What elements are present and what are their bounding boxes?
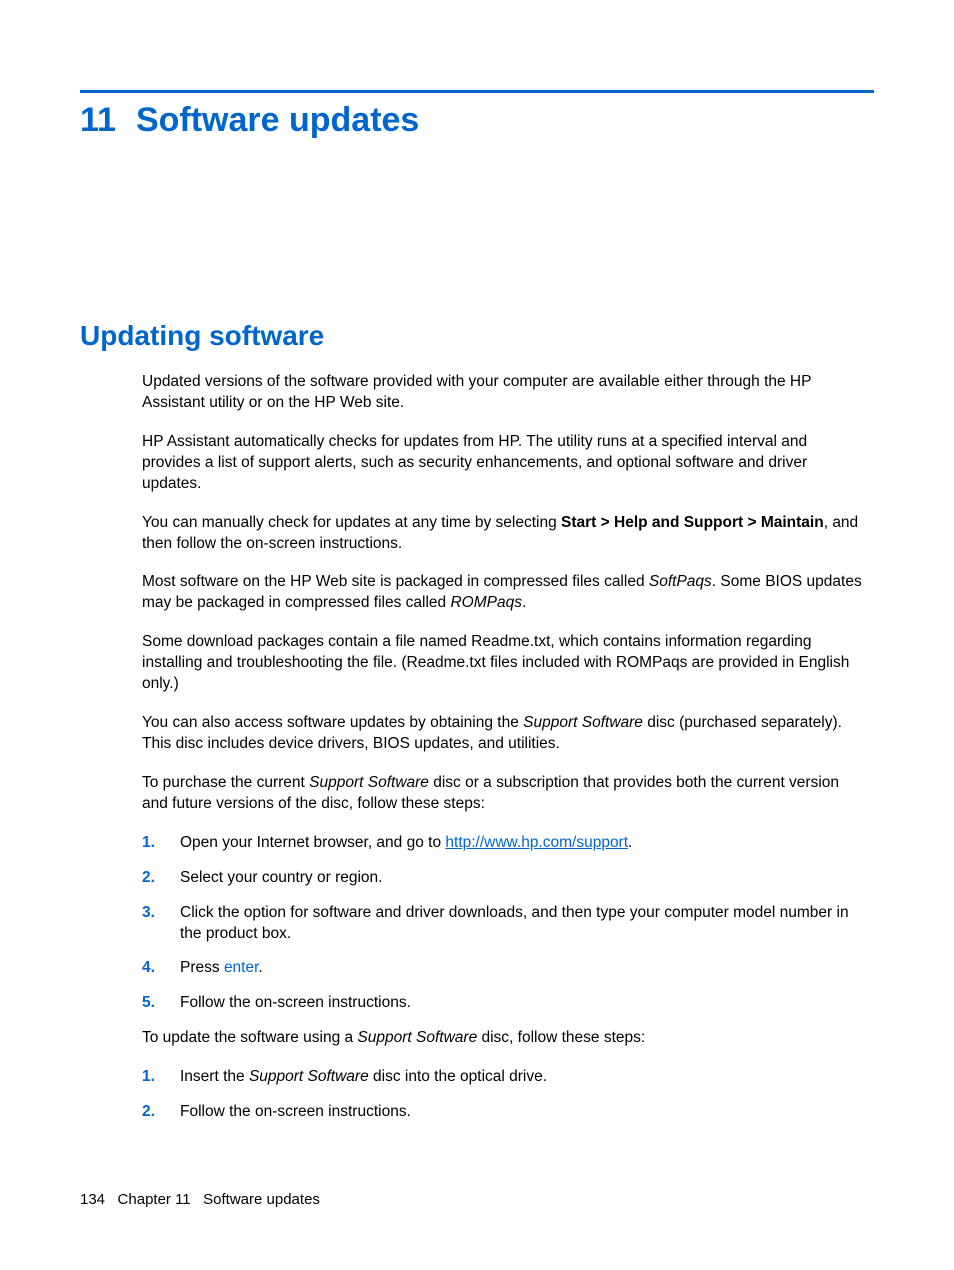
italic-text: Support Software bbox=[357, 1029, 477, 1046]
paragraph: You can also access software updates by … bbox=[142, 713, 864, 755]
page-number: 134 bbox=[80, 1191, 105, 1208]
bold-text: Start > Help and Support > Maintain bbox=[561, 514, 824, 531]
page-footer: 134 Chapter 11 Software updates bbox=[80, 1191, 320, 1208]
keycap: enter bbox=[224, 959, 258, 976]
paragraph: HP Assistant automatically checks for up… bbox=[142, 432, 864, 495]
text: You can also access software updates by … bbox=[142, 714, 523, 731]
list-item: Insert the Support Software disc into th… bbox=[142, 1067, 864, 1088]
list-item: Follow the on-screen instructions. bbox=[142, 1102, 864, 1123]
text: Press bbox=[180, 959, 224, 976]
list-item: Press enter. bbox=[142, 958, 864, 979]
italic-text: SoftPaqs bbox=[649, 573, 712, 590]
italic-text: Support Software bbox=[523, 714, 643, 731]
text: To update the software using a bbox=[142, 1029, 357, 1046]
list-item: Select your country or region. bbox=[142, 868, 864, 889]
text: . bbox=[258, 959, 262, 976]
body-content: Updated versions of the software provide… bbox=[142, 372, 864, 1123]
paragraph: You can manually check for updates at an… bbox=[142, 513, 864, 555]
ordered-list: Insert the Support Software disc into th… bbox=[142, 1067, 864, 1123]
text: You can manually check for updates at an… bbox=[142, 514, 561, 531]
text: Most software on the HP Web site is pack… bbox=[142, 573, 649, 590]
section-heading: Updating software bbox=[80, 320, 874, 352]
paragraph: Most software on the HP Web site is pack… bbox=[142, 572, 864, 614]
ordered-list: Open your Internet browser, and go to ht… bbox=[142, 833, 864, 1015]
paragraph: To purchase the current Support Software… bbox=[142, 773, 864, 815]
document-page: 11 Software updates Updating software Upd… bbox=[0, 0, 954, 1177]
list-item: Open your Internet browser, and go to ht… bbox=[142, 833, 864, 854]
list-item: Click the option for software and driver… bbox=[142, 903, 864, 945]
chapter-rule bbox=[80, 90, 874, 93]
italic-text: ROMPaqs bbox=[450, 594, 522, 611]
footer-chapter-title: Software updates bbox=[203, 1191, 320, 1208]
italic-text: Support Software bbox=[249, 1068, 369, 1085]
text: disc, follow these steps: bbox=[477, 1029, 645, 1046]
text: Insert the bbox=[180, 1068, 249, 1085]
italic-text: Support Software bbox=[309, 774, 429, 791]
paragraph: Some download packages contain a file na… bbox=[142, 632, 864, 695]
text: . bbox=[522, 594, 526, 611]
footer-chapter-label: Chapter 11 bbox=[118, 1191, 191, 1208]
text: . bbox=[628, 834, 632, 851]
text: To purchase the current bbox=[142, 774, 309, 791]
chapter-number: 11 bbox=[80, 101, 116, 140]
hyperlink[interactable]: http://www.hp.com/support bbox=[445, 834, 628, 851]
list-item: Follow the on-screen instructions. bbox=[142, 993, 864, 1014]
text: disc into the optical drive. bbox=[369, 1068, 547, 1085]
chapter-heading: 11 Software updates bbox=[80, 101, 874, 140]
text: Open your Internet browser, and go to bbox=[180, 834, 445, 851]
paragraph: To update the software using a Support S… bbox=[142, 1028, 864, 1049]
chapter-title: Software updates bbox=[136, 101, 419, 139]
paragraph: Updated versions of the software provide… bbox=[142, 372, 864, 414]
